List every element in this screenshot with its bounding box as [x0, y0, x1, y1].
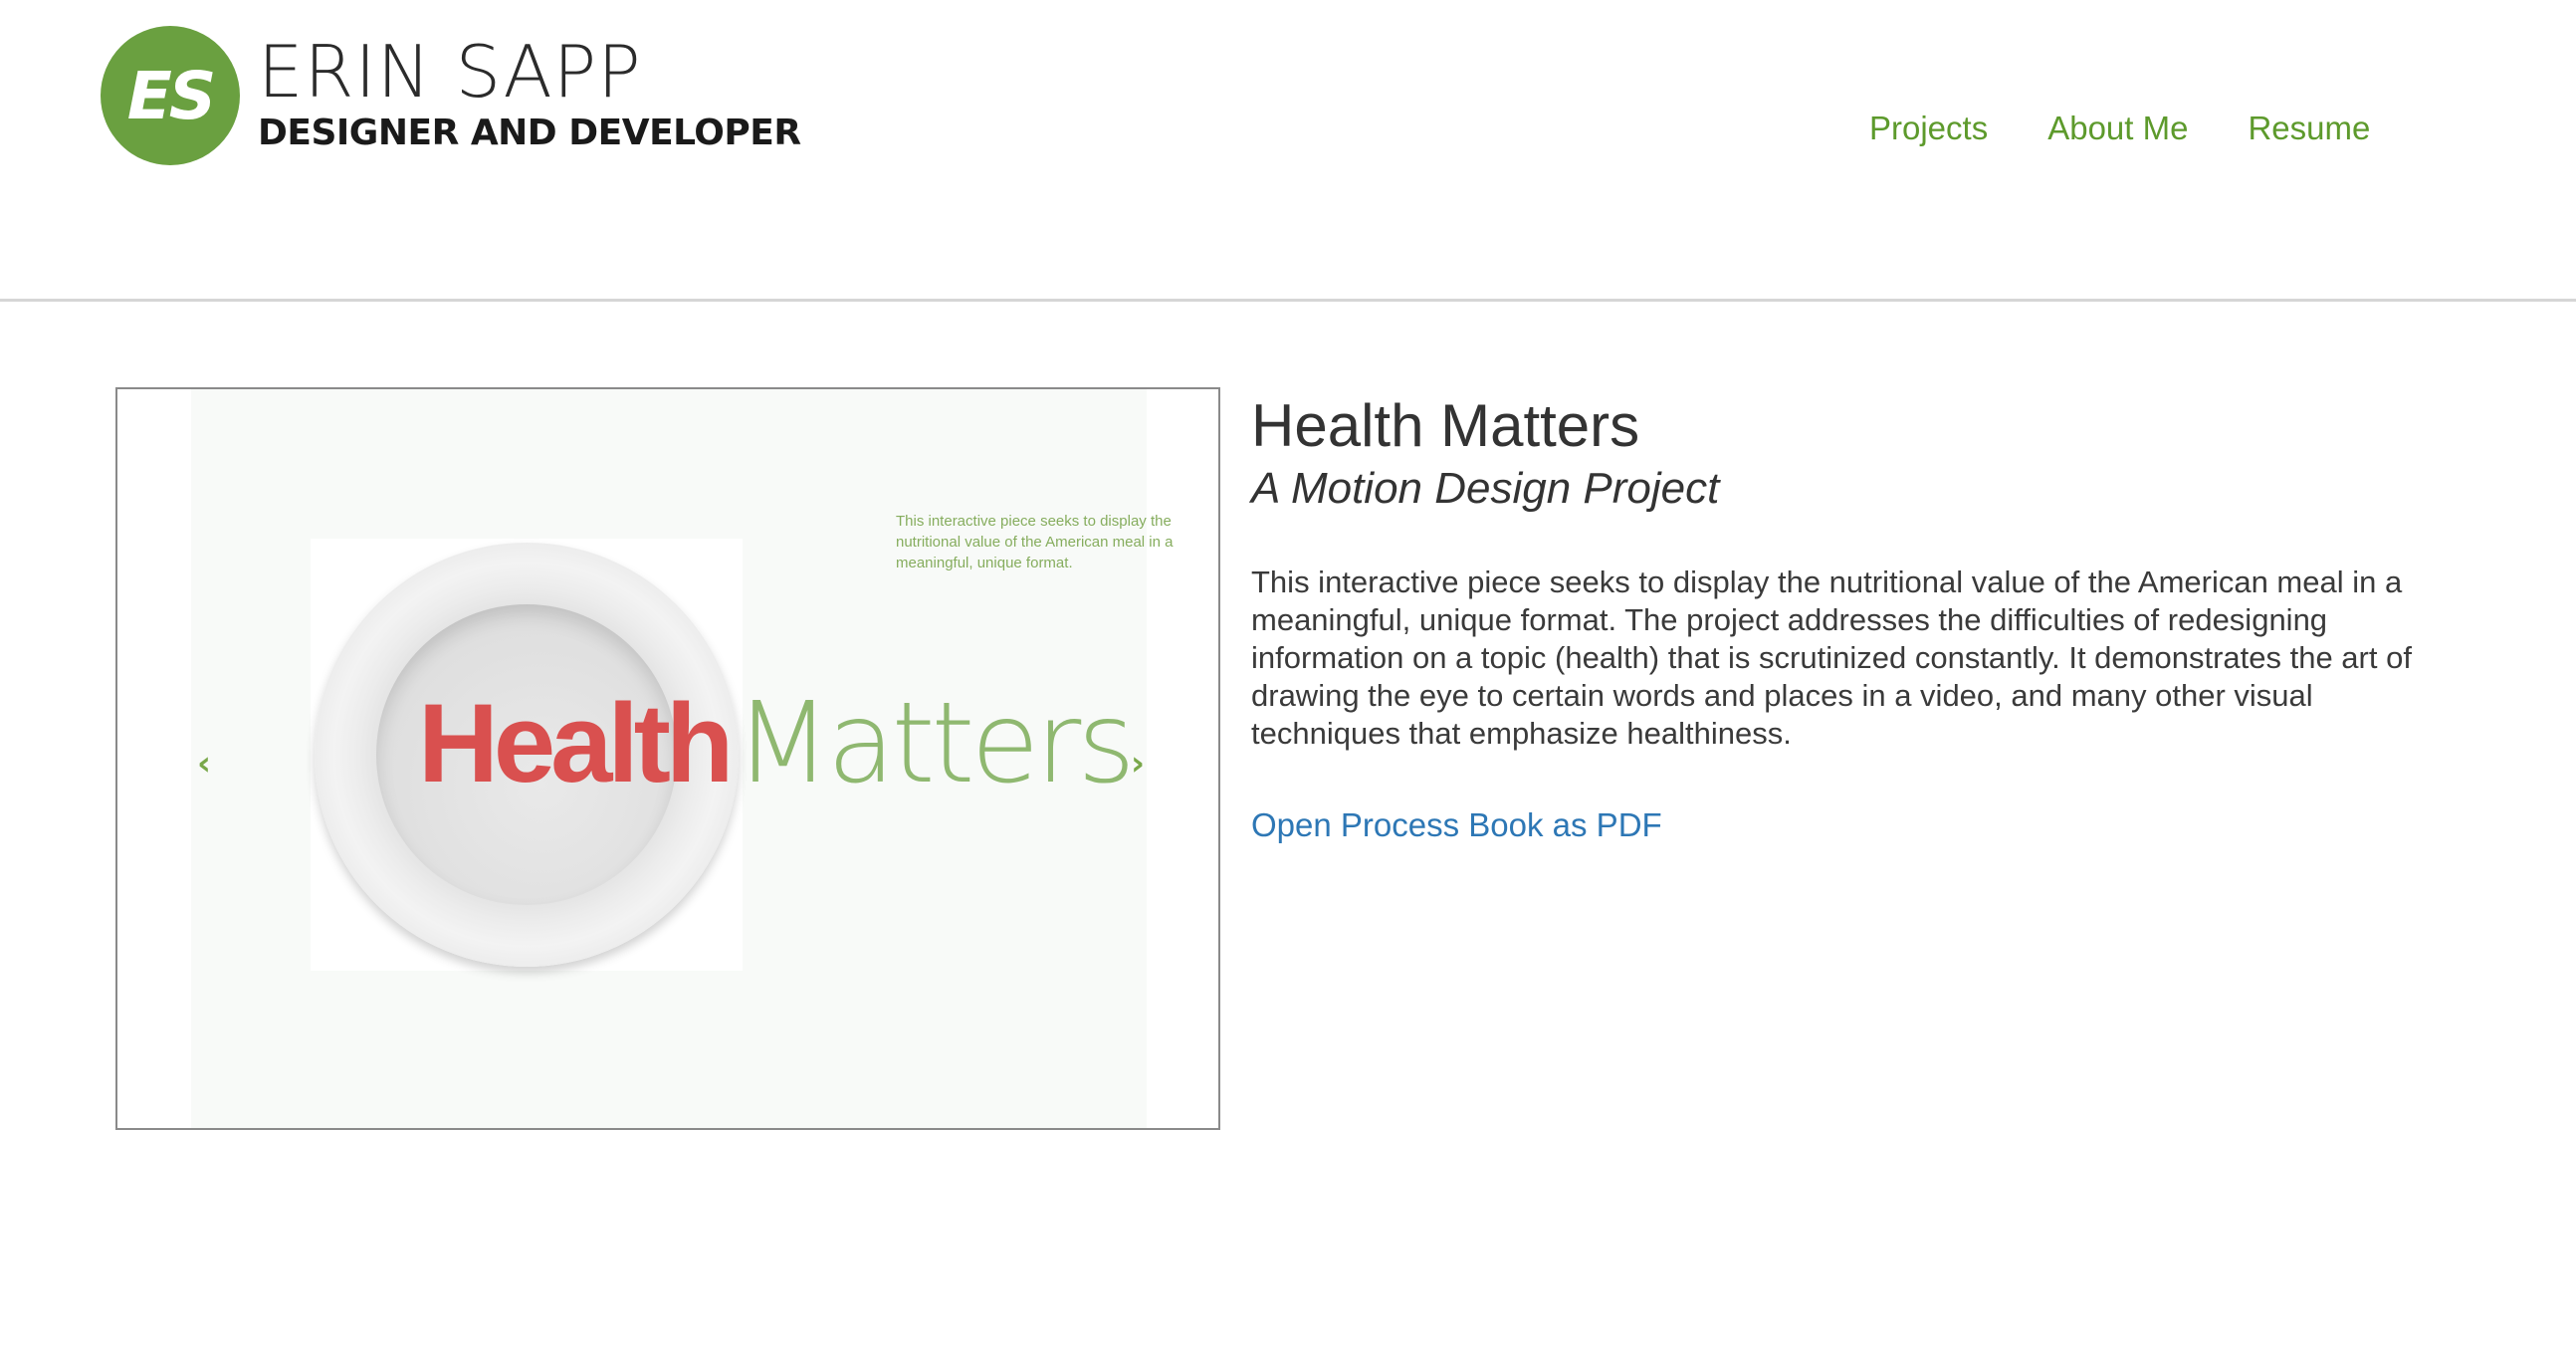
site-logo[interactable]: ES ERIN SAPP DESIGNER AND DEVELOPER — [101, 26, 801, 165]
nav-link-resume[interactable]: Resume — [2248, 110, 2370, 147]
logo-name: ERIN SAPP — [258, 30, 642, 113]
nav-link-about-me[interactable]: About Me — [2047, 110, 2188, 147]
nav-link-projects[interactable]: Projects — [1869, 110, 1988, 147]
project-description: This interactive piece seeks to display … — [1251, 565, 2412, 751]
project-subtitle: A Motion Design Project — [1251, 464, 1720, 513]
project-slideshow: This interactive piece seeks to display … — [115, 387, 1220, 1130]
open-pdf-link[interactable]: Open Process Book as PDF — [1251, 806, 1662, 844]
logo-badge: ES — [101, 26, 240, 165]
project-title: Health Matters — [1251, 392, 1640, 459]
slide-title-health: Health — [418, 681, 734, 805]
chevron-left-icon[interactable]: ‹ — [189, 744, 219, 784]
chevron-right-icon[interactable]: › — [1123, 744, 1153, 784]
site-header: ES ERIN SAPP DESIGNER AND DEVELOPER Proj… — [0, 0, 2576, 302]
logo-initials: ES — [126, 57, 217, 134]
slide-image: This interactive piece seeks to display … — [191, 389, 1174, 1128]
logo-text: ERIN SAPP DESIGNER AND DEVELOPER — [258, 36, 801, 153]
slide-title: HealthMatters — [418, 679, 1136, 808]
page: ES ERIN SAPP DESIGNER AND DEVELOPER Proj… — [0, 0, 2576, 1356]
logo-tagline: DESIGNER AND DEVELOPER — [258, 113, 801, 153]
main-nav: Projects About Me Resume — [1869, 110, 2370, 147]
slide-caption: This interactive piece seeks to display … — [896, 513, 1174, 571]
slide-title-matters: Matters — [735, 679, 1135, 808]
project-info: Health Matters A Motion Design Project T… — [1251, 390, 2426, 844]
